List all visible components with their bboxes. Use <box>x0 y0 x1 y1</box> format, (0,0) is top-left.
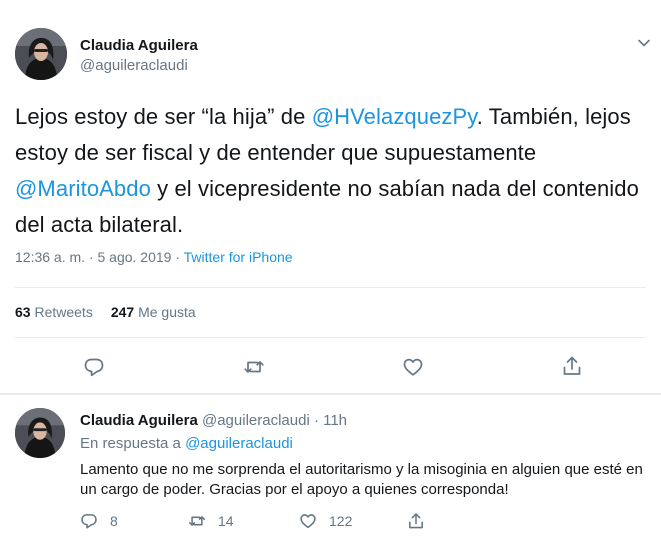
likes-label: Me gusta <box>134 304 196 320</box>
reply-time[interactable]: · 11h <box>310 412 347 429</box>
likes-count: 247 <box>110 304 135 320</box>
tweet-meta: 12:36 a. m. · 5 ago. 2019 · Twitter for … <box>15 248 293 266</box>
like-count: 122 <box>329 513 353 529</box>
reply-share-button[interactable] <box>407 512 425 530</box>
share-icon[interactable] <box>561 355 583 377</box>
reply-text: Lamento que no me sorprenda el autoritar… <box>80 461 643 498</box>
main-tweet: Claudia Aguilera @aguileraclaudi Lejos e… <box>0 0 661 393</box>
in-reply-to: En respuesta a @aguileraclaudi <box>80 435 293 453</box>
author-name[interactable]: Claudia Aguilera <box>80 37 198 55</box>
share-icon <box>409 513 423 529</box>
likes-stat[interactable]: 247 Me gusta <box>111 304 196 320</box>
heart-icon[interactable] <box>402 356 424 378</box>
retweet-count: 14 <box>218 513 234 529</box>
divider <box>15 287 646 288</box>
in-reply-prefix: En respuesta a <box>80 435 186 452</box>
author-avatar[interactable] <box>15 28 67 80</box>
tweet-stats: 63 Retweets 247 Me gusta <box>15 303 196 321</box>
retweets-stat[interactable]: 63 Retweets <box>15 304 93 320</box>
retweets-label: Retweets <box>30 304 93 320</box>
reply-retweet-button[interactable]: 14 <box>188 512 234 530</box>
reply-author-avatar[interactable] <box>15 408 65 458</box>
retweet-icon[interactable] <box>243 356 265 378</box>
tweet-text-part: Lejos estoy de ser “la hija” de <box>15 104 312 129</box>
in-reply-handle[interactable]: @aguileraclaudi <box>185 435 293 452</box>
reply-icon[interactable] <box>83 356 105 378</box>
mention-link[interactable]: @HVelazquezPy <box>312 104 477 129</box>
reply-icon <box>81 514 97 529</box>
reply-header: Claudia Aguilera @aguileraclaudi · 11h <box>80 412 347 430</box>
heart-icon <box>300 514 316 529</box>
retweet-icon <box>189 516 205 526</box>
retweets-count: 63 <box>15 304 31 320</box>
divider <box>15 337 646 338</box>
mention-link[interactable]: @MaritoAbdo <box>15 176 151 201</box>
source-link[interactable]: Twitter for iPhone <box>184 249 293 265</box>
reply-reply-button[interactable]: 8 <box>80 512 118 530</box>
tweet-separator <box>0 393 661 395</box>
timestamp[interactable]: 12:36 a. m. · 5 ago. 2019 · <box>15 249 184 265</box>
tweet-text: Lejos estoy de ser “la hija” de @HVelazq… <box>15 99 655 243</box>
author-handle[interactable]: @aguileraclaudi <box>80 57 188 75</box>
reply-author-handle[interactable]: @aguileraclaudi <box>202 412 310 429</box>
reply-count: 8 <box>110 513 118 529</box>
chevron-down-icon[interactable] <box>637 36 651 50</box>
reply-author-name[interactable]: Claudia Aguilera <box>80 412 198 429</box>
reply-like-button[interactable]: 122 <box>299 512 352 530</box>
